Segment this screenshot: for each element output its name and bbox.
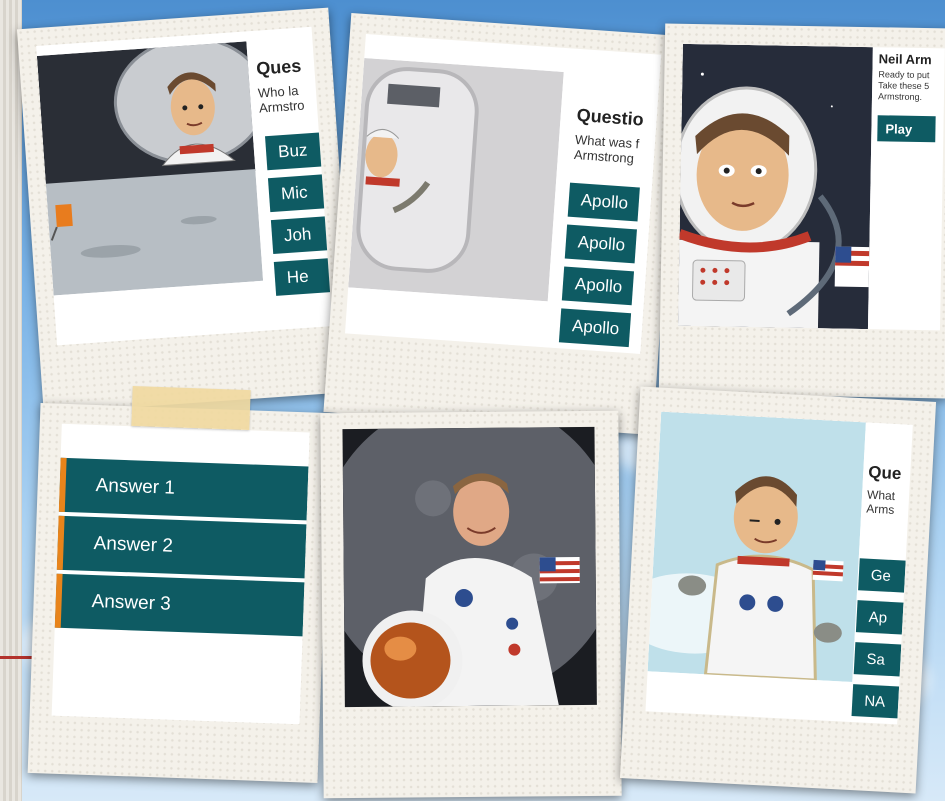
- answer-button-1[interactable]: Buz: [265, 132, 324, 171]
- intro-title: Neil Arm: [878, 51, 932, 68]
- question-line-2: Armstrong: [573, 146, 635, 167]
- astronaut-photo-illustration: [342, 426, 597, 708]
- answer-button-3[interactable]: Joh: [270, 216, 330, 255]
- question-line-2: Arms: [866, 501, 895, 517]
- question-title: Ques: [255, 55, 302, 79]
- answer-button-1[interactable]: Ge: [858, 558, 906, 593]
- answer-button-4[interactable]: He: [273, 258, 333, 296]
- question-title: Questio: [576, 104, 645, 130]
- card-screen: Ques Who la Armstro Buz Mic Joh He: [36, 26, 333, 346]
- answer-button-4[interactable]: NA: [851, 684, 900, 719]
- paper-edge: [0, 0, 22, 801]
- card-screen: Neil Arm Ready to put Take these 5 Armst…: [677, 43, 945, 331]
- polaroid-question-2: Questio What was f Armstrong Apollo Apol…: [323, 12, 681, 436]
- card-screen: Questio What was f Armstrong Apollo Apol…: [344, 34, 662, 354]
- astronaut-winking-illustration: [647, 411, 866, 683]
- astronaut-photo: [342, 426, 597, 708]
- intro-line-3: Armstrong.: [877, 91, 923, 103]
- intro-line-1: Ready to put: [878, 69, 930, 81]
- intro-line-2: Take these 5: [878, 80, 930, 92]
- answer-button-2[interactable]: Ap: [855, 600, 904, 635]
- polaroid-intro: Neil Arm Ready to put Take these 5 Armst…: [658, 23, 945, 399]
- masking-tape: [131, 385, 251, 431]
- answer-option-2[interactable]: Answer 2: [56, 515, 307, 579]
- polaroid-answers: Answer 1 Answer 2 Answer 3: [27, 403, 331, 783]
- red-divider: [0, 656, 34, 659]
- question-line-2: Armstro: [258, 97, 305, 116]
- answer-option-1[interactable]: Answer 1: [58, 457, 309, 521]
- answer-button-2[interactable]: Mic: [267, 174, 327, 213]
- capsule-window-illustration: [348, 57, 564, 302]
- answer-button-3[interactable]: Sa: [853, 642, 902, 677]
- play-button[interactable]: Play: [877, 115, 936, 143]
- polaroid-question-3: Que What Arms Ge Ap Sa NA: [619, 386, 937, 794]
- card-screen: Answer 1 Answer 2 Answer 3: [51, 423, 310, 725]
- card-screen: Que What Arms Ge Ap Sa NA: [645, 411, 913, 725]
- polaroid-photo: [320, 410, 622, 799]
- moon-astronaut-illustration: [36, 41, 264, 296]
- question-title: Que: [867, 462, 902, 484]
- answer-button-2[interactable]: Apollo: [564, 224, 637, 264]
- astronaut-portrait-illustration: [677, 43, 873, 330]
- answer-option-3[interactable]: Answer 3: [54, 573, 305, 637]
- polaroid-question-1: Ques Who la Armstro Buz Mic Joh He: [16, 7, 356, 414]
- answer-button-4[interactable]: Apollo: [558, 308, 632, 348]
- answer-button-3[interactable]: Apollo: [561, 266, 635, 306]
- answer-button-1[interactable]: Apollo: [567, 182, 640, 222]
